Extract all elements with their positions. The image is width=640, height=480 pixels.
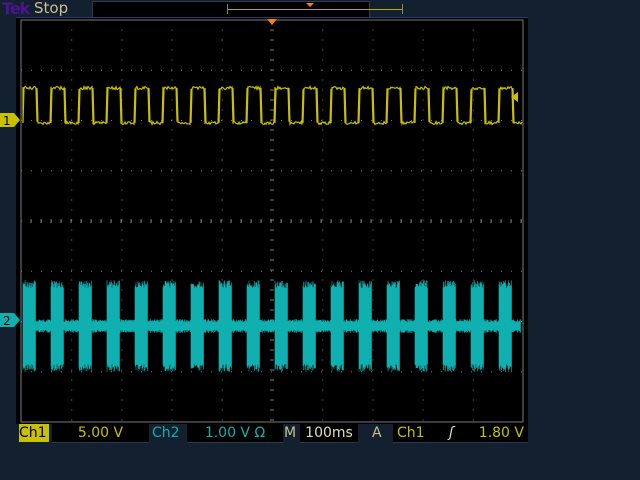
tek-logo: Tek [2, 0, 29, 18]
timebase-value[interactable]: 100ms [300, 424, 358, 443]
trigger-position-icon [306, 3, 314, 7]
timebase-label: M [284, 424, 298, 442]
trigger-level: 1.80 V [479, 424, 524, 442]
trigger-label: A [372, 424, 384, 442]
trigger-source: Ch1 [397, 424, 425, 442]
svg-text:2: 2 [3, 314, 11, 328]
rising-edge-icon: ʃ [449, 424, 454, 442]
svg-text:1: 1 [3, 114, 11, 128]
ch2-label[interactable]: Ch2 [152, 424, 184, 442]
record-view-bar [92, 1, 370, 18]
trigger-settings[interactable]: Ch1 ʃ 1.80 V [393, 424, 528, 443]
acquisition-status: Stop [34, 0, 68, 17]
ch1-scale[interactable]: 5.00 V [52, 424, 149, 443]
ch1-label[interactable]: Ch1 [19, 424, 49, 442]
ch2-waveform [23, 280, 521, 372]
waveform-display[interactable] [16, 17, 528, 424]
graticule-and-waveforms [16, 18, 528, 424]
record-window [227, 4, 403, 14]
ch1-waveform [23, 87, 522, 125]
ch2-scale[interactable]: 1.00 V Ω [187, 424, 283, 443]
